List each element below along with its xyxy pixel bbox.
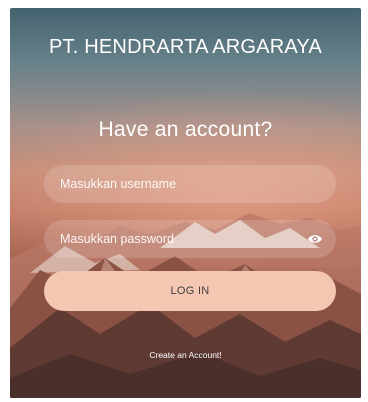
login-button[interactable]: LOG IN	[44, 271, 336, 311]
mountain-background	[10, 213, 361, 398]
login-heading: Have an account?	[98, 118, 273, 141]
create-account-link[interactable]: Create an Account!	[10, 350, 361, 360]
login-card: PT. HENDRARTA ARGARAYA Have an account? …	[10, 8, 361, 398]
eye-icon[interactable]	[307, 233, 323, 245]
company-name: PT. HENDRARTA ARGARAYA	[49, 36, 322, 58]
username-input[interactable]	[44, 165, 336, 203]
password-input[interactable]	[44, 220, 336, 258]
